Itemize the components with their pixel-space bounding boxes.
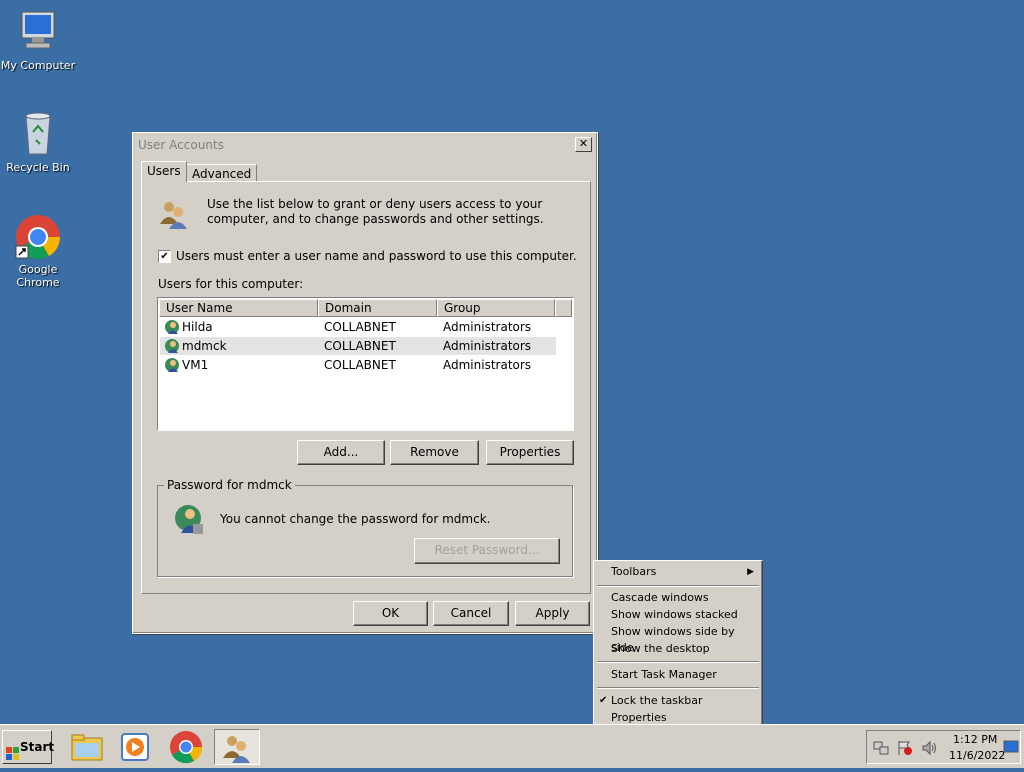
clock-date[interactable]: 11/6/2022 — [949, 749, 1005, 762]
password-groupbox: Password for mdmck You cannot change the… — [157, 478, 573, 577]
menu-separator — [597, 687, 759, 689]
taskbar-user-accounts-button[interactable] — [214, 729, 260, 765]
window-title: User Accounts — [138, 138, 224, 152]
tab-advanced[interactable]: Advanced — [186, 164, 258, 182]
media-player-icon — [121, 733, 149, 761]
cancel-button[interactable]: Cancel — [433, 601, 509, 626]
menu-item-show-windows-stacked[interactable]: Show windows stacked — [596, 607, 760, 623]
chrome-icon — [170, 731, 203, 764]
desktop-icon-label: Google Chrome — [16, 263, 60, 289]
column-header-filler — [555, 299, 572, 317]
users-icon — [157, 198, 189, 230]
table-row[interactable]: Hilda COLLABNET Administrators — [160, 318, 556, 336]
user-icon — [164, 357, 180, 378]
action-center-icon[interactable] — [897, 740, 913, 759]
submenu-arrow-icon: ▶ — [747, 567, 754, 577]
properties-button[interactable]: Properties — [486, 440, 574, 465]
menu-item-lock-taskbar[interactable]: ✔ Lock the taskbar — [596, 693, 760, 709]
menu-item-start-task-manager[interactable]: Start Task Manager — [596, 667, 760, 683]
ok-button[interactable]: OK — [353, 601, 428, 626]
menu-item-cascade-windows[interactable]: Cascade windows — [596, 590, 760, 606]
users-icon — [223, 736, 250, 763]
title-bar[interactable]: User Accounts ✕ — [136, 136, 594, 155]
network-icon[interactable] — [873, 740, 889, 759]
taskbar-explorer-button[interactable] — [69, 729, 105, 765]
folder-icon — [71, 734, 103, 761]
taskbar-media-player-button[interactable] — [117, 729, 153, 765]
menu-item-toolbars[interactable]: Toolbars ▶ — [596, 564, 760, 580]
desktop-icon-my-computer[interactable]: My Computer — [0, 8, 78, 72]
tab-label: Users — [147, 164, 181, 178]
menu-separator — [597, 661, 759, 663]
clock-time[interactable]: 1:12 PM — [953, 733, 997, 746]
users-list-label: Users for this computer: — [158, 277, 304, 291]
tab-users[interactable]: Users — [141, 161, 187, 182]
desktop-icon-recycle-bin[interactable]: Recycle Bin — [0, 110, 78, 174]
taskbar[interactable]: Start 1:12 PM 11/6/2022 — [0, 724, 1024, 768]
computer-icon — [14, 8, 62, 56]
desktop-icon-google-chrome[interactable]: Google Chrome — [0, 212, 78, 289]
apply-button[interactable]: Apply — [515, 601, 590, 626]
chrome-icon — [14, 212, 62, 260]
table-row[interactable]: mdmck COLLABNET Administrators — [160, 337, 556, 355]
close-button[interactable]: ✕ — [575, 137, 592, 152]
start-button[interactable]: Start — [2, 730, 54, 764]
check-icon: ✔ — [599, 695, 608, 706]
taskbar-chrome-button[interactable] — [168, 729, 204, 765]
menu-item-show-windows-side-by-side[interactable]: Show windows side by side — [596, 624, 760, 654]
table-row[interactable]: VM1 COLLABNET Administrators — [160, 356, 556, 374]
close-icon: ✕ — [578, 137, 589, 150]
user-key-icon — [173, 504, 205, 539]
column-header-group[interactable]: Group — [437, 299, 555, 317]
user-accounts-window: User Accounts ✕ Users Advanced Use the l… — [132, 132, 598, 634]
volume-icon[interactable] — [921, 740, 937, 759]
intro-text: Use the list below to grant or deny user… — [207, 197, 544, 226]
users-list[interactable]: User Name Domain Group Hilda COLLABNET A… — [157, 297, 574, 431]
tab-label: Advanced — [192, 167, 252, 181]
menu-item-show-desktop[interactable]: Show the desktop — [596, 641, 760, 657]
password-message: You cannot change the password for mdmck… — [220, 512, 491, 526]
menu-separator — [597, 585, 759, 587]
taskbar-context-menu: Toolbars ▶ Cascade windows Show windows … — [593, 560, 763, 727]
remove-user-button[interactable]: Remove — [390, 440, 479, 465]
column-header-domain[interactable]: Domain — [318, 299, 437, 317]
check-icon: ✔ — [160, 251, 169, 262]
require-login-label: Users must enter a user name and passwor… — [176, 249, 577, 263]
add-user-button[interactable]: Add... — [297, 440, 385, 465]
desktop-icon-label: Recycle Bin — [6, 161, 70, 174]
password-group-title: Password for mdmck — [164, 478, 295, 492]
windows-logo-icon — [6, 740, 19, 772]
show-desktop-icon[interactable] — [1003, 740, 1019, 757]
system-tray: 1:12 PM 11/6/2022 — [866, 730, 1021, 764]
recycle-bin-icon — [14, 110, 62, 158]
reset-password-button[interactable]: Reset Password... — [414, 538, 560, 564]
require-login-checkbox[interactable]: ✔ — [158, 250, 171, 263]
desktop-icon-label: My Computer — [0, 59, 76, 72]
column-header-user-name[interactable]: User Name — [159, 299, 318, 317]
